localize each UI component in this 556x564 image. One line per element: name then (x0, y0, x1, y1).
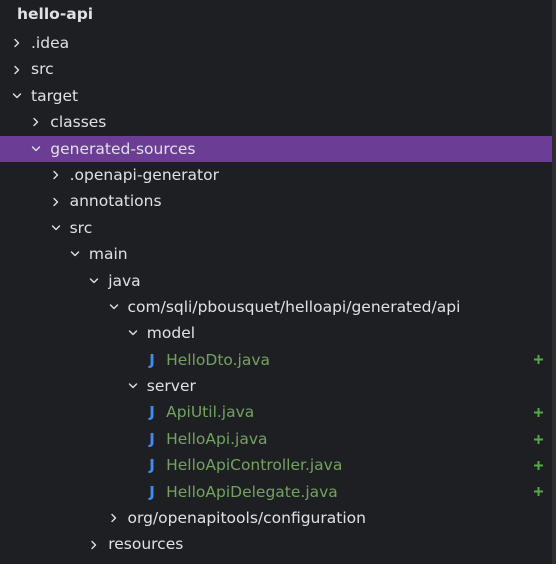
tree-item-helloapi-java[interactable]: J HelloApi.java (0, 426, 552, 452)
java-class-icon: J (149, 482, 155, 501)
chevron-down-icon[interactable] (127, 373, 139, 399)
tree-item-label: generated-sources (50, 139, 196, 158)
tree-item-label: HelloApiController.java (166, 456, 343, 475)
java-class-icon: J (149, 429, 155, 448)
tree-item-resources[interactable]: resources (0, 531, 552, 557)
tree-item-hellodto-java[interactable]: J HelloDto.java (0, 347, 552, 373)
tree-item-label: org/openapitools/configuration (127, 509, 366, 528)
tree-item-openapi-generator[interactable]: .openapi-generator (0, 162, 552, 188)
java-class-icon: J (149, 403, 155, 422)
tree-item-label: HelloApiDelegate.java (166, 482, 338, 501)
tree-item-generated-sources[interactable]: generated-sources (0, 135, 552, 162)
tree-item-java[interactable]: java (0, 268, 552, 294)
tree-item-org-openapitools-configuration[interactable]: org/openapitools/configuration (0, 505, 552, 531)
chevron-down-icon[interactable] (69, 241, 81, 267)
vcs-added-icon (532, 347, 544, 373)
tree-item-idea[interactable]: .idea (0, 30, 552, 56)
chevron-right-icon[interactable] (11, 30, 23, 56)
chevron-right-icon[interactable] (50, 188, 62, 214)
tree-item-main[interactable]: main (0, 241, 552, 267)
project-tree: .idea src target classes generated-sources .o… (0, 30, 552, 558)
tree-item-label: HelloApi.java (166, 429, 268, 448)
vcs-added-icon (532, 452, 544, 478)
tree-item-annotations[interactable]: annotations (0, 188, 552, 214)
tree-item-label: HelloDto.java (166, 350, 271, 369)
vcs-added-icon (532, 426, 544, 452)
java-class-icon: J (149, 456, 155, 475)
tree-item-label: server (146, 377, 196, 396)
tree-item-label: .idea (31, 34, 70, 52)
tree-item-classes[interactable]: classes (0, 109, 552, 135)
tree-item-helloapicontroller-java[interactable]: J HelloApiController.java (0, 452, 552, 478)
tree-item-label: src (69, 218, 93, 237)
tree-item-target[interactable]: target (0, 83, 552, 109)
tree-item-label: com/sqli/pbousquet/helloapi/generated/ap… (127, 297, 461, 316)
tree-item-label: annotations (69, 192, 162, 211)
project-title: hello-api (17, 5, 94, 23)
tree-item-label: target (31, 86, 79, 105)
tree-item-label: ApiUtil.java (166, 403, 255, 422)
chevron-down-icon[interactable] (127, 320, 139, 346)
vcs-added-icon (532, 399, 544, 425)
tree-item-src[interactable]: src (0, 56, 552, 82)
chevron-down-icon[interactable] (30, 136, 42, 162)
tree-item-src[interactable]: src (0, 215, 552, 241)
scrollbar-track[interactable] (552, 0, 556, 564)
tree-item-model[interactable]: model (0, 320, 552, 346)
chevron-right-icon[interactable] (108, 505, 120, 531)
tree-item-label: main (88, 245, 128, 264)
java-class-icon: J (149, 350, 155, 369)
tree-item-label: classes (50, 113, 107, 132)
tree-item-server[interactable]: server (0, 373, 552, 399)
tree-item-com-sqli-pbousquet-helloapi-generated-api[interactable]: com/sqli/pbousquet/helloapi/generated/ap… (0, 294, 552, 320)
tree-item-label: .openapi-generator (69, 165, 219, 184)
project-tool-window: hello-api .idea src target classes generated… (0, 0, 552, 564)
chevron-right-icon[interactable] (30, 109, 42, 135)
chevron-down-icon[interactable] (88, 268, 100, 294)
tree-item-label: java (108, 271, 141, 290)
chevron-down-icon[interactable] (50, 215, 62, 241)
chevron-down-icon[interactable] (11, 83, 23, 109)
tree-item-label: src (31, 60, 54, 79)
tree-item-helloapidelegate-java[interactable]: J HelloApiDelegate.java (0, 479, 552, 505)
chevron-right-icon[interactable] (88, 531, 100, 557)
tree-item-label: model (146, 324, 196, 343)
chevron-down-icon[interactable] (108, 294, 120, 320)
chevron-right-icon[interactable] (11, 56, 23, 82)
vcs-added-icon (532, 479, 544, 505)
tree-item-apiutil-java[interactable]: J ApiUtil.java (0, 399, 552, 425)
chevron-right-icon[interactable] (50, 162, 62, 188)
tree-item-label: resources (108, 535, 184, 554)
